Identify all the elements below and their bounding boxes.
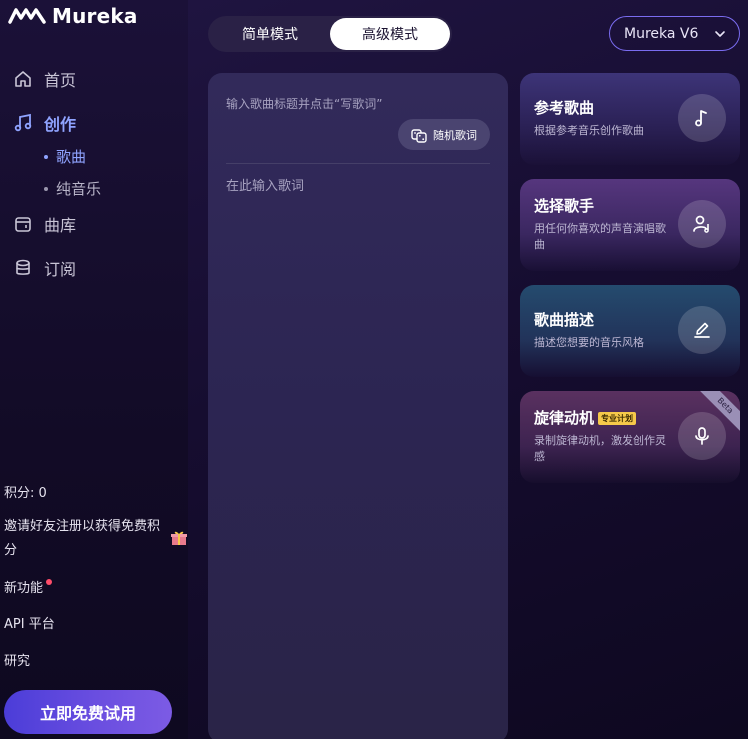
new-features-link[interactable]: 新功能 xyxy=(4,577,53,596)
nav-create-label: 创作 xyxy=(44,115,77,134)
card-reference-song[interactable]: 参考歌曲 根据参考音乐创作歌曲 xyxy=(520,73,740,165)
mode-toggle: 简单模式 高级模式 xyxy=(208,16,452,52)
app-logo[interactable]: Mureka xyxy=(8,4,138,28)
main-panel: 简单模式 高级模式 Mureka V6 输入歌曲标题并点击“写歌词” 随机歌词 … xyxy=(188,0,748,739)
microphone-icon xyxy=(678,412,726,460)
database-icon xyxy=(12,257,34,279)
free-trial-button[interactable]: 立即免费试用 xyxy=(4,690,172,734)
chevron-down-icon xyxy=(715,30,725,37)
research-link[interactable]: 研究 xyxy=(4,650,30,669)
random-lyrics-button[interactable]: 随机歌词 xyxy=(398,119,490,150)
nav-create[interactable]: 创作 xyxy=(12,111,76,135)
card-title: 选择歌手 xyxy=(534,197,595,215)
card-desc: 描述您想要的音乐风格 xyxy=(534,336,644,349)
card-song-description[interactable]: 歌曲描述 描述您想要的音乐风格 xyxy=(520,285,740,377)
library-icon xyxy=(12,213,34,235)
lyrics-editor: 输入歌曲标题并点击“写歌词” 随机歌词 在此输入歌词 xyxy=(208,73,508,739)
card-choose-singer[interactable]: 选择歌手 用任何你喜欢的声音演唱歌曲 xyxy=(520,179,740,271)
notification-dot xyxy=(46,579,53,585)
home-icon xyxy=(12,68,34,90)
pro-plan-badge: 专业计划 xyxy=(598,412,637,425)
advanced-mode-button[interactable]: 高级模式 xyxy=(330,18,450,50)
nav-home[interactable]: 首页 xyxy=(12,67,76,91)
pen-icon xyxy=(678,306,726,354)
nav-sub-song[interactable]: 歌曲 xyxy=(44,146,86,167)
song-title-input[interactable]: 输入歌曲标题并点击“写歌词” xyxy=(226,95,486,112)
gift-icon xyxy=(171,531,187,545)
music-note-icon xyxy=(678,94,726,142)
divider xyxy=(226,163,490,164)
points-display: 积分: 0 xyxy=(4,486,47,501)
simple-mode-button[interactable]: 简单模式 xyxy=(210,18,330,50)
nav-subscribe[interactable]: 订阅 xyxy=(12,256,76,280)
card-title: 旋律动机 xyxy=(534,409,595,427)
singer-icon xyxy=(678,200,726,248)
card-title: 参考歌曲 xyxy=(534,99,595,117)
nav-sub-instrumental-label: 纯音乐 xyxy=(56,180,102,198)
invite-link[interactable]: 邀请好友注册以获得免费积分 xyxy=(4,515,164,563)
nav-home-label: 首页 xyxy=(44,71,77,90)
version-label: Mureka V6 xyxy=(624,25,699,42)
music-note-icon xyxy=(12,112,34,134)
app-name: Mureka xyxy=(52,4,138,28)
nav-sub-instrumental[interactable]: 纯音乐 xyxy=(44,178,101,199)
nav-library[interactable]: 曲库 xyxy=(12,212,76,236)
nav-sub-song-label: 歌曲 xyxy=(56,148,87,166)
version-select[interactable]: Mureka V6 xyxy=(609,16,740,51)
card-desc: 用任何你喜欢的声音演唱歌曲 xyxy=(534,222,666,251)
mureka-logo-icon xyxy=(8,8,46,24)
card-desc: 录制旋律动机，激发创作灵感 xyxy=(534,434,666,463)
bullet-dot xyxy=(44,186,48,191)
nav-library-label: 曲库 xyxy=(44,216,77,235)
bullet-dot xyxy=(44,154,48,159)
new-features-label: 新功能 xyxy=(4,581,44,596)
card-desc: 根据参考音乐创作歌曲 xyxy=(534,124,644,137)
dice-icon xyxy=(411,128,427,143)
sidebar: Mureka 首页 创作 歌曲 纯音乐 曲库 订阅 积分: 0 邀请好友注册以获… xyxy=(0,0,188,739)
card-title: 歌曲描述 xyxy=(534,311,595,329)
card-title-wrap: 旋律动机 专业计划 xyxy=(534,407,637,428)
api-platform-link[interactable]: API 平台 xyxy=(4,613,55,632)
card-melody-motif[interactable]: Beta 旋律动机 专业计划 录制旋律动机，激发创作灵感 xyxy=(520,391,740,483)
nav-subscribe-label: 订阅 xyxy=(44,260,77,279)
lyrics-input[interactable]: 在此输入歌词 xyxy=(226,175,304,194)
random-lyrics-label: 随机歌词 xyxy=(433,129,477,142)
